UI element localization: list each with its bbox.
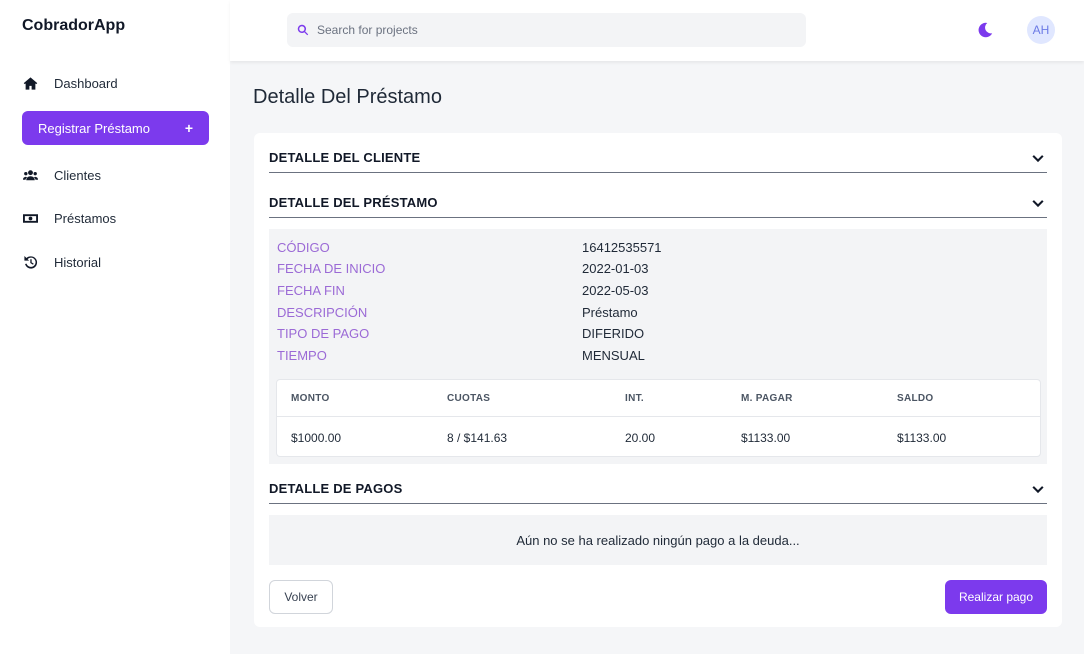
column-header-cuotas: CUOTAS	[447, 393, 491, 404]
field-label: TIPO DE PAGO	[277, 326, 370, 341]
app-brand: CobradorApp	[22, 17, 126, 34]
sidebar-item-label: Préstamos	[54, 210, 117, 226]
section-title: DETALLE DEL CLIENTE	[269, 150, 421, 165]
field-label: DESCRIPCIÓN	[277, 305, 368, 320]
avatar[interactable]: AH	[1027, 16, 1055, 44]
search-icon	[297, 24, 309, 36]
field-value: 2022-01-03	[582, 261, 649, 276]
field-label: FECHA DE INICIO	[277, 261, 386, 276]
sidebar-item-label: Dashboard	[54, 75, 118, 91]
history-icon	[22, 254, 38, 270]
detail-row-codigo: CÓDIGO 16412535571	[277, 240, 662, 260]
sidebar-item-dashboard[interactable]: Dashboard	[22, 73, 118, 93]
sidebar-item-prestamos[interactable]: Préstamos	[22, 208, 116, 228]
detail-row-tiempo: TIEMPO MENSUAL	[277, 348, 645, 368]
home-icon	[22, 75, 38, 91]
search-box[interactable]	[287, 13, 806, 47]
column-header-int: INT.	[625, 393, 644, 404]
table-cell-int: 20.00	[625, 431, 656, 445]
detail-row-fecha-inicio: FECHA DE INICIO 2022-01-03	[277, 261, 649, 281]
register-loan-label: Registrar Préstamo	[38, 120, 150, 136]
sidebar: CobradorApp Dashboard Registrar Préstamo…	[0, 0, 230, 654]
loan-detail-header[interactable]: DETALLE DEL PRÉSTAMO	[269, 188, 1047, 218]
page-title: Detalle Del Préstamo	[253, 86, 442, 108]
search-input[interactable]	[317, 23, 797, 37]
section-title: DETALLE DEL PRÉSTAMO	[269, 195, 438, 210]
loan-detail-panel: CÓDIGO 16412535571 FECHA DE INICIO 2022-…	[269, 229, 1047, 464]
field-value: 2022-05-03	[582, 283, 649, 298]
chevron-down-icon	[1032, 199, 1044, 207]
users-icon	[22, 167, 38, 183]
field-value: Préstamo	[582, 305, 638, 320]
money-bill-icon	[22, 210, 38, 226]
top-bar: AH	[230, 0, 1084, 61]
field-label: CÓDIGO	[277, 240, 330, 255]
field-label: FECHA FIN	[277, 283, 345, 298]
field-value: MENSUAL	[582, 348, 645, 363]
sidebar-item-clientes[interactable]: Clientes	[22, 165, 101, 185]
table-cell-monto: $1000.00	[291, 431, 342, 445]
client-detail-header[interactable]: DETALLE DEL CLIENTE	[269, 143, 1047, 173]
loan-detail-card: DETALLE DEL CLIENTE DETALLE DEL PRÉSTAMO…	[254, 133, 1062, 627]
detail-row-fecha-fin: FECHA FIN 2022-05-03	[277, 283, 649, 303]
table-cell-cuotas: 8 / $141.63	[447, 431, 508, 445]
sidebar-item-historial[interactable]: Historial	[22, 252, 101, 272]
field-label: TIEMPO	[277, 348, 327, 363]
column-header-saldo: SALDO	[897, 393, 934, 404]
sidebar-item-label: Clientes	[54, 167, 101, 183]
loan-summary-table: MONTO CUOTAS INT. M. PAGAR SALDO $1000.0…	[276, 379, 1041, 457]
field-value: DIFERIDO	[582, 326, 645, 341]
sidebar-item-label: Historial	[54, 254, 101, 270]
section-title: DETALLE DE PAGOS	[269, 481, 403, 496]
register-loan-button[interactable]: Registrar Préstamo +	[22, 111, 209, 145]
payments-empty-message: Aún no se ha realizado ningún pago a la …	[269, 515, 1047, 565]
moon-icon	[978, 22, 993, 38]
plus-icon: +	[184, 120, 193, 136]
chevron-down-icon	[1032, 154, 1044, 162]
back-button[interactable]: Volver	[269, 580, 333, 614]
chevron-down-icon	[1032, 485, 1044, 493]
make-payment-button[interactable]: Realizar pago	[945, 580, 1047, 614]
theme-toggle-button[interactable]	[976, 21, 994, 39]
column-header-m-pagar: M. PAGAR	[741, 393, 793, 404]
detail-row-descripcion: DESCRIPCIÓN Préstamo	[277, 305, 638, 325]
table-cell-m-pagar: $1133.00	[741, 431, 791, 445]
table-cell-saldo: $1133.00	[897, 431, 947, 445]
column-header-monto: MONTO	[291, 393, 330, 404]
payments-detail-header[interactable]: DETALLE DE PAGOS	[269, 474, 1047, 504]
field-value: 16412535571	[582, 240, 662, 255]
detail-row-tipo-pago: TIPO DE PAGO DIFERIDO	[277, 326, 644, 346]
